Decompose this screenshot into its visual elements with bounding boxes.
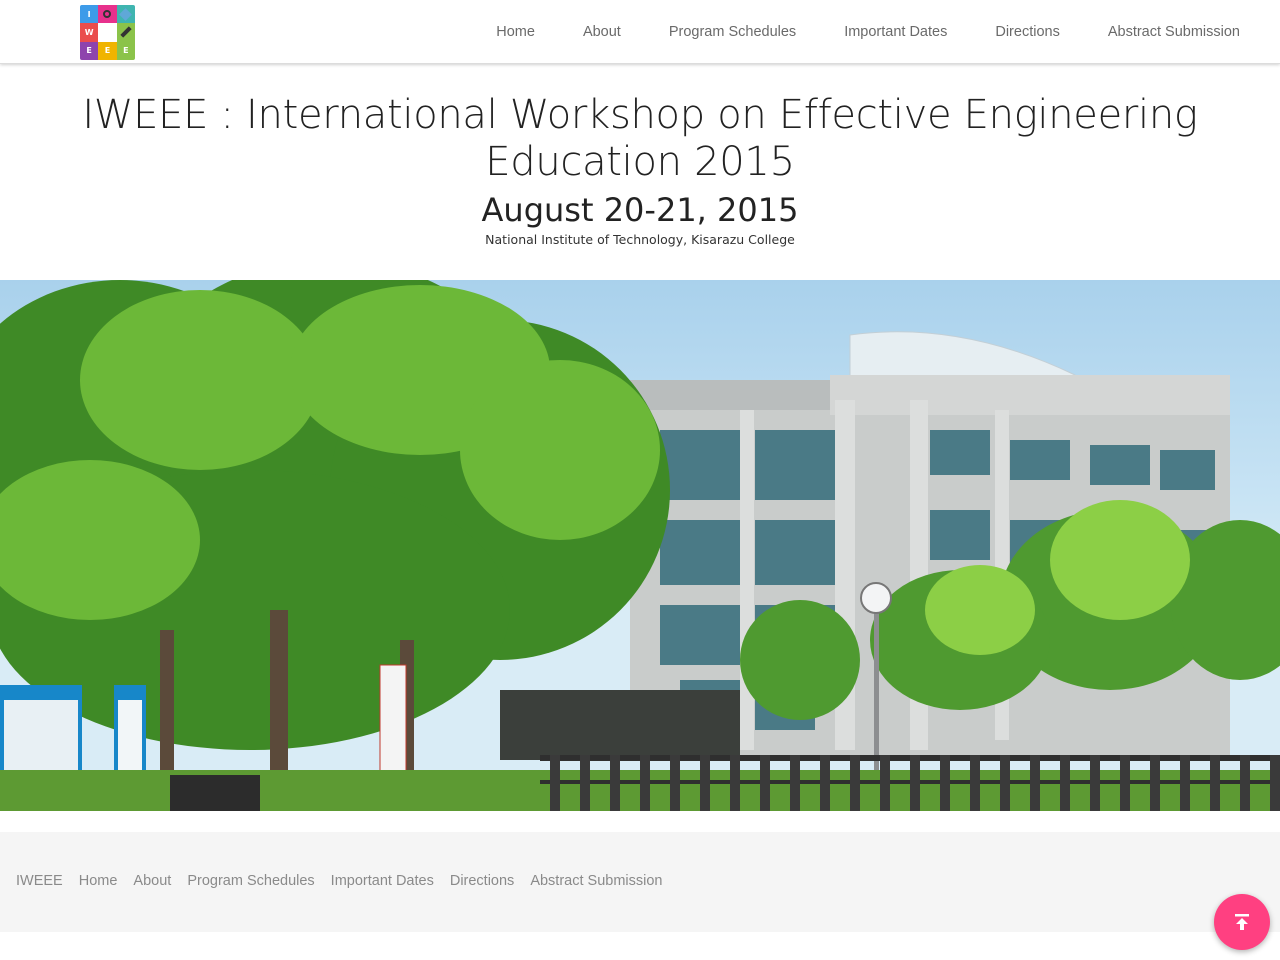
logo-cell: E xyxy=(98,41,117,60)
nav-important-dates[interactable]: Important Dates xyxy=(844,24,947,40)
nav-home[interactable]: Home xyxy=(496,24,535,40)
logo-cell xyxy=(98,23,117,42)
logo-cell xyxy=(116,5,135,24)
logo-cell: E xyxy=(116,41,135,60)
logo-cell xyxy=(116,23,135,42)
footer-link-iweee[interactable]: IWEEE xyxy=(16,873,63,889)
logo-cell: W xyxy=(80,23,99,42)
campus-photo xyxy=(0,280,1280,811)
event-date: August 20-21, 2015 xyxy=(481,191,799,229)
main-nav: Home About Program Schedules Important D… xyxy=(448,0,1240,64)
logo-cell: I xyxy=(80,5,99,24)
nav-about[interactable]: About xyxy=(583,24,621,40)
pencil-icon xyxy=(120,26,132,39)
event-venue: National Institute of Technology, Kisara… xyxy=(485,232,795,247)
logo-cell: E xyxy=(80,41,99,60)
footer-link-program-schedules[interactable]: Program Schedules xyxy=(187,873,314,889)
cube-icon xyxy=(119,7,133,21)
footer-link-about[interactable]: About xyxy=(133,873,171,889)
nav-directions[interactable]: Directions xyxy=(995,24,1059,40)
nav-abstract-submission[interactable]: Abstract Submission xyxy=(1108,24,1240,40)
footer-nav: IWEEE Home About Program Schedules Impor… xyxy=(16,873,678,889)
footer: IWEEE Home About Program Schedules Impor… xyxy=(0,832,1280,932)
page-title: IWEEE : International Workshop on Effect… xyxy=(82,92,1198,185)
top-navbar: I W E E E Home About Program Schedules I… xyxy=(0,0,1280,64)
campus-illustration xyxy=(0,280,1280,811)
footer-link-directions[interactable]: Directions xyxy=(450,873,514,889)
gear-icon xyxy=(103,10,112,19)
footer-link-home[interactable]: Home xyxy=(79,873,118,889)
iweee-logo[interactable]: I W E E E xyxy=(80,5,135,60)
footer-link-abstract-submission[interactable]: Abstract Submission xyxy=(530,873,662,889)
arrow-up-to-line-icon xyxy=(1235,914,1249,930)
hero-section: IWEEE : International Workshop on Effect… xyxy=(0,64,1280,280)
footer-link-important-dates[interactable]: Important Dates xyxy=(331,873,434,889)
logo-cell xyxy=(98,5,117,24)
nav-program-schedules[interactable]: Program Schedules xyxy=(669,24,796,40)
back-to-top-button[interactable] xyxy=(1214,894,1270,950)
